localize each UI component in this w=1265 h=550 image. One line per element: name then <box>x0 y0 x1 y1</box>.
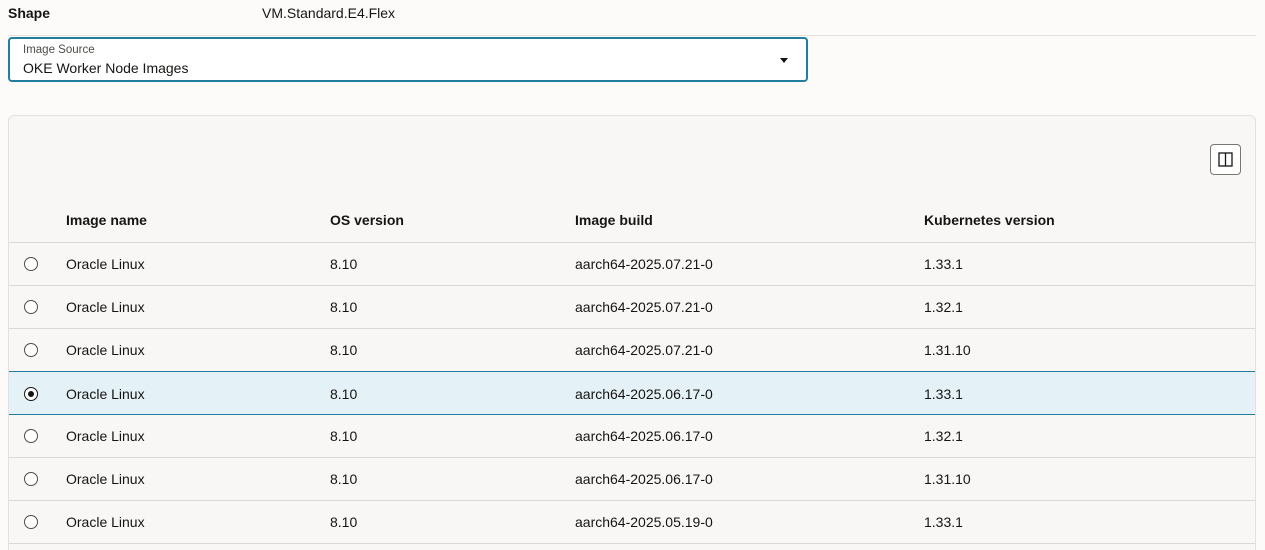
cell-kubernetes-version: 1.33.1 <box>924 514 963 530</box>
radio-button[interactable] <box>24 515 38 529</box>
cell-image-build: aarch64-2025.07.21-0 <box>575 299 713 315</box>
image-source-value: OKE Worker Node Images <box>23 60 189 76</box>
column-header-os-version[interactable]: OS version <box>330 212 404 228</box>
cell-os-version: 8.10 <box>330 471 358 487</box>
table-row[interactable]: Oracle Linux 8.10 aarch64-2025.06.17-0 1.33… <box>9 371 1255 415</box>
cell-image-build: aarch64-2025.06.17-0 <box>575 428 713 444</box>
caret-down-icon <box>780 58 788 63</box>
table-row[interactable]: Oracle Linux 8.10 aarch64-2025.05.19-0 1.33… <box>9 501 1255 544</box>
cell-os-version: 8.10 <box>330 386 358 402</box>
cell-image-name: Oracle Linux <box>66 471 145 487</box>
column-header-image-name[interactable]: Image name <box>66 212 147 228</box>
cell-image-name: Oracle Linux <box>66 514 145 530</box>
radio-button[interactable] <box>24 472 38 486</box>
columns-icon <box>1218 152 1233 167</box>
cell-os-version: 8.10 <box>330 342 358 358</box>
radio-dot <box>27 390 34 397</box>
table-row[interactable]: Oracle Linux 8.10 aarch64-2025.07.21-0 1.31… <box>9 329 1255 372</box>
cell-kubernetes-version: 1.31.10 <box>924 471 971 487</box>
cell-image-build: aarch64-2025.07.21-0 <box>575 256 713 272</box>
image-source-label: Image Source <box>23 44 95 56</box>
radio-button[interactable] <box>24 429 38 443</box>
column-header-image-build[interactable]: Image build <box>575 212 653 228</box>
cell-image-name: Oracle Linux <box>66 256 145 272</box>
cell-os-version: 8.10 <box>330 514 358 530</box>
cell-kubernetes-version: 1.32.1 <box>924 428 963 444</box>
radio-button[interactable] <box>24 257 38 271</box>
cell-os-version: 8.10 <box>330 256 358 272</box>
cell-image-build: aarch64-2025.07.21-0 <box>575 342 713 358</box>
cell-image-name: Oracle Linux <box>66 386 145 402</box>
cell-image-name: Oracle Linux <box>66 342 145 358</box>
table-row[interactable]: Oracle Linux 8.10 aarch64-2025.07.21-0 1.33… <box>9 243 1255 286</box>
cell-image-name: Oracle Linux <box>66 299 145 315</box>
image-source-select[interactable]: Image Source OKE Worker Node Images <box>8 37 808 82</box>
column-header-kubernetes-version[interactable]: Kubernetes version <box>924 212 1055 228</box>
images-table: Image name OS version Image build Kubern… <box>8 115 1256 550</box>
table-row[interactable]: Oracle Linux 8.10 aarch64-2025.07.21-0 1.32… <box>9 286 1255 329</box>
cell-image-build: aarch64-2025.06.17-0 <box>575 386 713 402</box>
cell-image-build: aarch64-2025.06.17-0 <box>575 471 713 487</box>
shape-value: VM.Standard.E4.Flex <box>262 5 396 21</box>
radio-button[interactable] <box>24 343 38 357</box>
table-row[interactable]: Oracle Linux 8.10 aarch64-2025.06.17-0 1.32… <box>9 415 1255 458</box>
table-body: Oracle Linux 8.10 aarch64-2025.07.21-0 1.33… <box>9 243 1255 544</box>
cell-kubernetes-version: 1.33.1 <box>924 386 963 402</box>
shape-label: Shape <box>8 5 51 21</box>
radio-button[interactable] <box>24 300 38 314</box>
column-settings-button[interactable] <box>1210 144 1241 175</box>
table-header: Image name OS version Image build Kubern… <box>9 198 1255 243</box>
shape-row: Shape VM.Standard.E4.Flex <box>8 0 1256 36</box>
cell-os-version: 8.10 <box>330 299 358 315</box>
cell-image-build: aarch64-2025.05.19-0 <box>575 514 713 530</box>
cell-image-name: Oracle Linux <box>66 428 145 444</box>
cell-kubernetes-version: 1.31.10 <box>924 342 971 358</box>
cell-kubernetes-version: 1.33.1 <box>924 256 963 272</box>
cell-os-version: 8.10 <box>330 428 358 444</box>
table-row[interactable]: Oracle Linux 8.10 aarch64-2025.06.17-0 1.31… <box>9 458 1255 501</box>
cell-kubernetes-version: 1.32.1 <box>924 299 963 315</box>
radio-selected[interactable] <box>24 387 38 401</box>
